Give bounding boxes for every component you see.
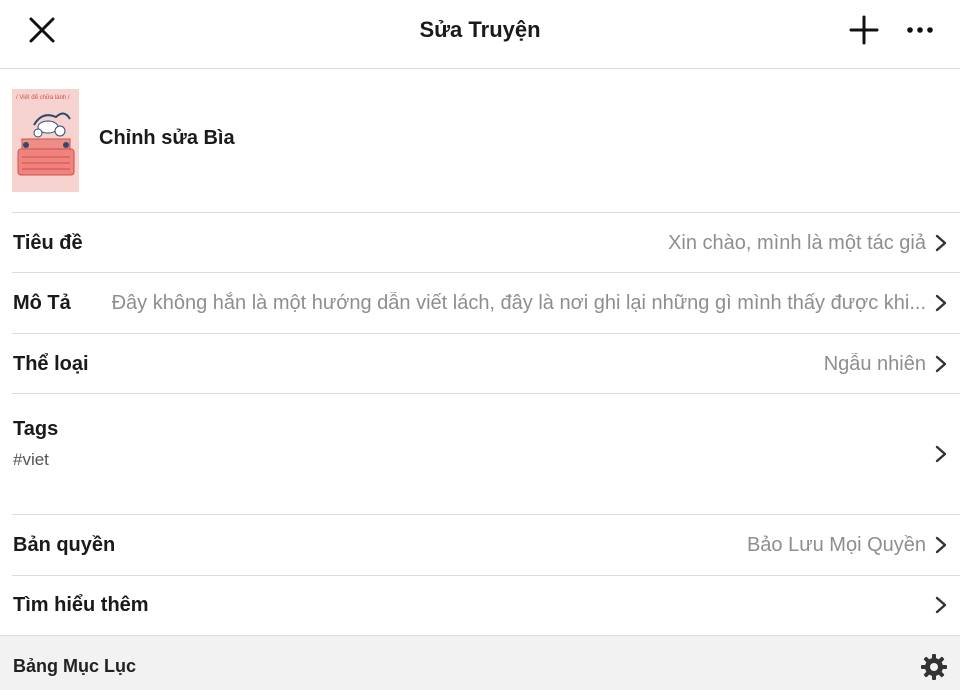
tags-label: Tags — [13, 418, 59, 440]
divider — [12, 393, 960, 394]
close-icon — [29, 17, 55, 43]
category-row[interactable]: Thể loại Ngẫu nhiên — [0, 333, 960, 393]
table-of-contents-label: Bảng Mục Lục — [13, 656, 137, 676]
top-bar: Sửa Truyện — [0, 0, 960, 69]
page-title: Sửa Truyện — [419, 17, 541, 42]
category-value: Ngẫu nhiên — [823, 353, 926, 375]
close-button[interactable] — [20, 0, 64, 60]
more-options-button[interactable] — [898, 0, 942, 60]
copyright-label: Bản quyền — [13, 534, 116, 556]
chevron-right-icon — [935, 445, 947, 463]
divider — [12, 333, 960, 334]
chevron-right-icon — [935, 355, 947, 373]
edit-story-screen: Sửa Truyện / Viết để chữa lành / Chỉnh s… — [0, 0, 960, 690]
copyright-row[interactable]: Bản quyền Bảo Lưu Mọi Quyền — [0, 514, 960, 575]
tag-item: #viet — [13, 450, 49, 469]
title-value: Xin chào, mình là một tác giả — [668, 232, 926, 254]
title-row[interactable]: Tiêu đề Xin chào, mình là một tác giả — [0, 212, 960, 272]
edit-cover-row[interactable]: / Viết để chữa lành / Chỉnh sửa Bìa — [0, 69, 960, 212]
plus-icon — [849, 15, 879, 45]
divider — [12, 212, 960, 213]
typewriter-illustration — [17, 112, 75, 176]
cover-thumbnail: / Viết để chữa lành / — [12, 89, 79, 192]
copyright-value: Bảo Lưu Mọi Quyền — [746, 534, 926, 556]
chevron-right-icon — [935, 596, 947, 614]
edit-cover-label: Chỉnh sửa Bìa — [99, 127, 235, 149]
chevron-right-icon — [935, 234, 947, 252]
divider — [12, 272, 960, 273]
title-label: Tiêu đề — [13, 232, 83, 254]
table-of-contents-header: Bảng Mục Lục — [0, 635, 960, 690]
tags-row[interactable]: Tags #viet — [0, 393, 960, 514]
divider — [12, 514, 960, 515]
category-label: Thể loại — [13, 353, 89, 375]
learn-more-label: Tìm hiểu thêm — [13, 594, 149, 616]
description-row[interactable]: Mô Tả Đây không hẳn là một hướng dẫn viế… — [0, 272, 960, 333]
chevron-right-icon — [935, 536, 947, 554]
add-button[interactable] — [842, 0, 886, 60]
gear-icon[interactable] — [920, 653, 948, 681]
more-horizontal-icon — [907, 27, 933, 33]
chevron-right-icon — [935, 294, 947, 312]
description-value: Đây không hẳn là một hướng dẫn viết lách… — [111, 292, 926, 314]
description-label: Mô Tả — [13, 292, 71, 314]
divider — [12, 575, 960, 576]
learn-more-row[interactable]: Tìm hiểu thêm — [0, 575, 960, 635]
